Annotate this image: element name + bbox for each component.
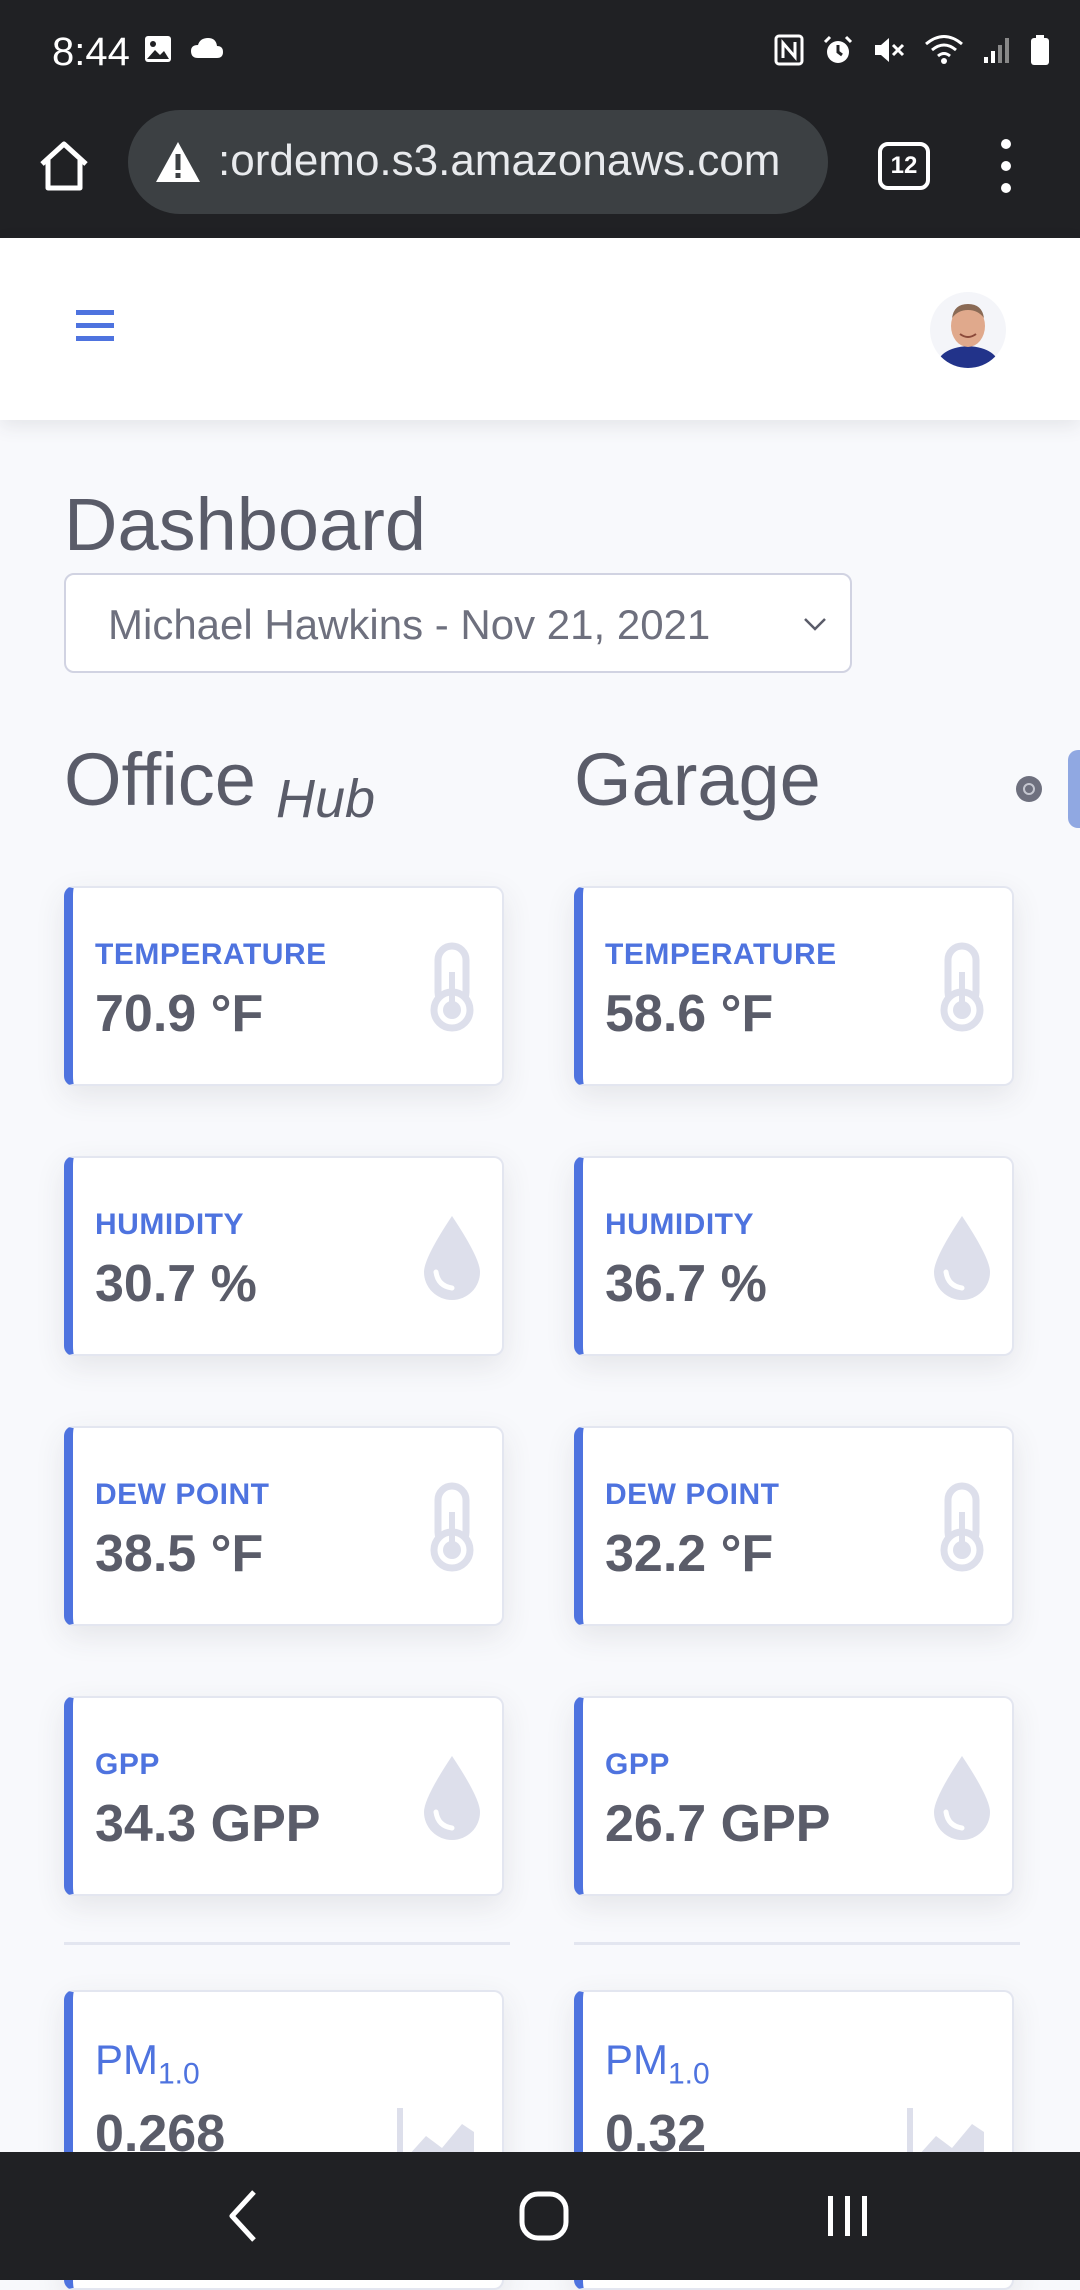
thermometer-icon bbox=[430, 1482, 474, 1572]
metric-value: 36.7 % bbox=[605, 1255, 767, 1313]
url-text[interactable]: :ordemo.s3.amazonaws.com bbox=[218, 136, 818, 188]
thermometer-icon bbox=[940, 1482, 984, 1572]
session-date-select-value[interactable]: Michael Hawkins - Nov 21, 2021 bbox=[108, 601, 710, 649]
wifi-icon bbox=[925, 35, 963, 64]
user-photo bbox=[936, 304, 1000, 368]
metric-value: 32.2 °F bbox=[605, 1525, 774, 1583]
metric-value: 30.7 % bbox=[95, 1255, 257, 1313]
section-divider bbox=[574, 1942, 1020, 1945]
cloud-notification-icon bbox=[191, 38, 223, 58]
metric-label: PM1.0 bbox=[605, 2036, 710, 2091]
side-panel-tab[interactable] bbox=[1068, 750, 1080, 828]
thermometer-icon bbox=[940, 942, 984, 1032]
pm-label-subscript: 1.0 bbox=[668, 2057, 710, 2091]
metric-label: GPP bbox=[95, 1748, 160, 1781]
metric-card-humidity: HUMIDITY 36.7 % bbox=[574, 1156, 1014, 1356]
metric-card-dew-point: DEW POINT 32.2 °F bbox=[574, 1426, 1014, 1626]
chevron-down-icon[interactable] bbox=[802, 611, 828, 637]
pm-label-main: PM bbox=[95, 2036, 158, 2083]
settings-dot-icon[interactable] bbox=[1014, 774, 1044, 804]
battery-icon bbox=[1031, 35, 1049, 65]
session-date-select[interactable]: Michael Hawkins - Nov 21, 2021 bbox=[64, 573, 852, 673]
nfc-icon bbox=[774, 34, 804, 66]
overflow-menu-icon[interactable] bbox=[994, 136, 1018, 196]
metric-value: 38.5 °F bbox=[95, 1525, 264, 1583]
thermometer-icon bbox=[430, 942, 474, 1032]
home-nav-icon[interactable] bbox=[516, 2184, 572, 2248]
metric-label: TEMPERATURE bbox=[605, 938, 837, 971]
droplet-icon bbox=[424, 1756, 480, 1840]
metric-card-temperature: TEMPERATURE 70.9 °F bbox=[64, 886, 504, 1086]
droplet-icon bbox=[934, 1756, 990, 1840]
section-divider bbox=[64, 1942, 510, 1945]
metric-value: 26.7 GPP bbox=[605, 1795, 831, 1853]
column-heading: Office Hub bbox=[64, 740, 510, 840]
browser-toolbar: :ordemo.s3.amazonaws.com 12 bbox=[0, 110, 1080, 238]
metric-value: 58.6 °F bbox=[605, 985, 774, 1043]
pm-label-main: PM bbox=[605, 2036, 668, 2083]
home-icon[interactable] bbox=[34, 136, 94, 196]
metric-value: 34.3 GPP bbox=[95, 1795, 321, 1853]
hub-column-garage: Garage TEMPERATURE 58.6 °F HUMIDITY 36.7… bbox=[574, 738, 1042, 2290]
metric-card-gpp: GPP 34.3 GPP bbox=[64, 1696, 504, 1896]
user-avatar[interactable] bbox=[930, 292, 1006, 368]
metric-card-gpp: GPP 26.7 GPP bbox=[574, 1696, 1014, 1896]
alarm-icon bbox=[823, 35, 853, 63]
droplet-icon bbox=[934, 1216, 990, 1300]
column-title: Office bbox=[64, 738, 256, 821]
metric-label: DEW POINT bbox=[605, 1478, 780, 1511]
hub-column-office: Office Hub TEMPERATURE 70.9 °F HUMIDITY … bbox=[64, 740, 510, 2290]
metric-card-temperature: TEMPERATURE 58.6 °F bbox=[574, 886, 1014, 1086]
status-time: 8:44 bbox=[52, 30, 130, 74]
warning-icon[interactable] bbox=[154, 140, 202, 184]
metric-value: 70.9 °F bbox=[95, 985, 264, 1043]
address-bar[interactable]: :ordemo.s3.amazonaws.com bbox=[128, 110, 828, 214]
signal-icon bbox=[984, 38, 1009, 63]
metric-card-dew-point: DEW POINT 38.5 °F bbox=[64, 1426, 504, 1626]
recent-apps-icon[interactable] bbox=[824, 2186, 872, 2246]
hamburger-menu-icon[interactable] bbox=[74, 306, 116, 346]
mute-icon bbox=[875, 38, 905, 62]
metric-label: TEMPERATURE bbox=[95, 938, 327, 971]
back-icon[interactable] bbox=[222, 2184, 262, 2248]
metric-label: PM1.0 bbox=[95, 2036, 200, 2091]
metric-label: HUMIDITY bbox=[95, 1208, 244, 1241]
system-navigation-bar bbox=[0, 2152, 1080, 2280]
metric-label: DEW POINT bbox=[95, 1478, 270, 1511]
tab-switcher-button[interactable]: 12 bbox=[878, 142, 930, 190]
metric-label: GPP bbox=[605, 1748, 670, 1781]
column-heading: Garage bbox=[574, 738, 1042, 840]
status-bar: 8:44 bbox=[0, 0, 1080, 110]
metric-card-humidity: HUMIDITY 30.7 % bbox=[64, 1156, 504, 1356]
droplet-icon bbox=[424, 1216, 480, 1300]
gallery-notification-icon bbox=[145, 36, 171, 62]
column-title: Garage bbox=[574, 738, 821, 821]
column-subtitle: Hub bbox=[276, 769, 376, 829]
pm-label-subscript: 1.0 bbox=[158, 2057, 200, 2091]
app-navbar bbox=[0, 238, 1080, 420]
page-title: Dashboard bbox=[64, 483, 427, 566]
metric-label: HUMIDITY bbox=[605, 1208, 754, 1241]
